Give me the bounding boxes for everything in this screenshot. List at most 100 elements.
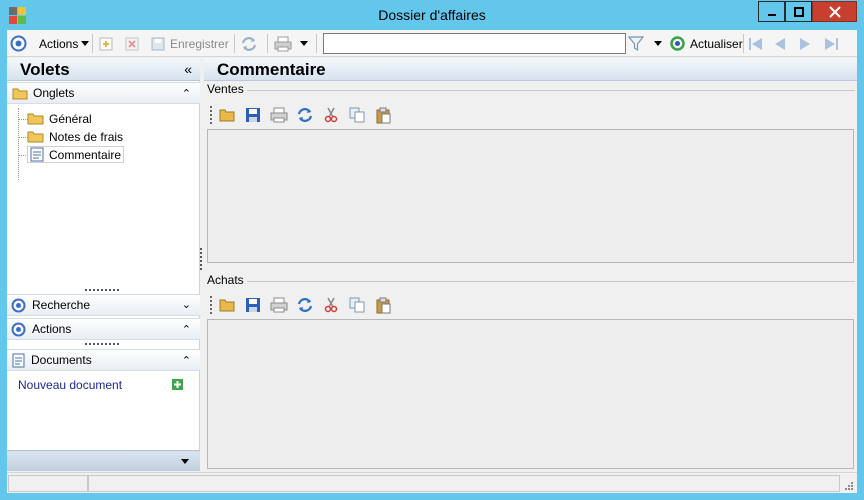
status-bar	[7, 472, 857, 493]
refresh-label: Actualiser	[690, 36, 743, 51]
window-title: Dossier d'affaires	[378, 7, 486, 23]
cut-button[interactable]	[321, 106, 341, 124]
window-client: Actions Enregistrer Actualiser Volets « …	[7, 30, 857, 493]
sync-button[interactable]	[295, 296, 315, 314]
chevron-down-icon	[300, 40, 308, 46]
panes-sidebar: Volets « Onglets ⌃ Général Notes de frai…	[7, 58, 200, 471]
recherche-group-header[interactable]: Recherche ⌄	[7, 294, 200, 316]
delete-button[interactable]	[124, 34, 140, 53]
new-document-icon	[99, 37, 113, 50]
folder-open-icon	[219, 109, 234, 122]
actions-group-header[interactable]: Actions ⌃	[7, 318, 200, 340]
onglets-label: Onglets	[33, 86, 75, 100]
pane-overflow-bar	[7, 450, 200, 471]
add-document-button[interactable]	[172, 379, 183, 393]
first-page-icon	[749, 37, 762, 50]
chevron-down-icon	[654, 40, 662, 46]
search-input[interactable]	[323, 33, 626, 54]
copy-button[interactable]	[347, 296, 367, 314]
minimize-button[interactable]	[758, 1, 785, 22]
chevron-down-icon[interactable]	[181, 459, 190, 465]
previous-icon	[775, 37, 785, 50]
next-record-button[interactable]	[798, 34, 812, 53]
folder-icon	[27, 131, 44, 143]
target-icon	[11, 322, 26, 336]
last-record-button[interactable]	[823, 34, 839, 53]
save-button[interactable]: Enregistrer	[150, 34, 229, 53]
refresh-button[interactable]: Actualiser	[669, 34, 743, 53]
tree-item-notes-de-frais[interactable]: Notes de frais	[27, 128, 123, 145]
maximize-button[interactable]	[785, 1, 812, 22]
printer-icon	[270, 107, 288, 123]
save-button[interactable]	[243, 106, 263, 124]
copy-icon	[349, 297, 365, 313]
new-button[interactable]	[98, 34, 114, 53]
filter-options-dropdown[interactable]	[654, 34, 663, 53]
content-pane: Commentaire Ventes Achats	[204, 58, 857, 471]
sync-button[interactable]	[295, 106, 315, 124]
save-button[interactable]	[243, 296, 263, 314]
tree-item-label: Notes de frais	[49, 129, 124, 144]
cut-button[interactable]	[321, 296, 341, 314]
filter-button[interactable]	[628, 34, 644, 53]
ventes-data-area[interactable]	[207, 129, 854, 263]
content-title: Commentaire	[217, 60, 326, 79]
print-options-dropdown[interactable]	[300, 34, 309, 53]
save-icon	[151, 37, 165, 50]
close-icon	[828, 5, 841, 18]
application-window: Dossier d'affaires Actions Enregistrer A…	[0, 0, 864, 500]
splitter-grip[interactable]	[85, 343, 119, 345]
target-icon	[10, 35, 27, 52]
sync-icon	[297, 108, 313, 122]
chevron-down-icon	[81, 40, 90, 46]
document-icon	[12, 353, 25, 367]
collapse-panes-button[interactable]: «	[184, 61, 192, 77]
onglets-group-header[interactable]: Onglets ⌃	[7, 82, 200, 104]
documents-label: Documents	[31, 353, 92, 367]
open-folder-button[interactable]	[217, 296, 237, 314]
recherche-label: Recherche	[32, 298, 91, 312]
achats-data-area[interactable]	[207, 319, 854, 469]
delete-icon	[125, 37, 139, 50]
plus-icon	[172, 379, 183, 390]
folder-open-icon	[219, 299, 234, 312]
copy-icon	[349, 107, 365, 123]
maximize-icon	[793, 6, 804, 17]
print-button[interactable]	[269, 296, 289, 314]
chevron-up-icon: ⌃	[181, 355, 191, 367]
actions-menu-button[interactable]: Actions	[39, 34, 90, 53]
documents-group-header[interactable]: Documents ⌃	[7, 349, 200, 371]
resize-grip-icon[interactable]	[844, 481, 854, 491]
tree-item-general[interactable]: Général	[27, 110, 92, 127]
next-icon	[800, 37, 810, 50]
chevron-up-icon: ⌃	[181, 324, 191, 336]
paste-button[interactable]	[373, 106, 393, 124]
print-button[interactable]	[269, 106, 289, 124]
document-icon	[30, 147, 44, 162]
floppy-disk-icon	[246, 108, 260, 122]
navigation-circle-button[interactable]	[10, 34, 27, 53]
new-document-link[interactable]: Nouveau document	[18, 378, 122, 392]
copy-button[interactable]	[347, 106, 367, 124]
double-chevron-left-icon: «	[184, 61, 192, 77]
ventes-toolbar	[217, 105, 399, 125]
vertical-splitter-grip[interactable]	[200, 248, 202, 270]
sync-icon	[297, 298, 313, 312]
status-cell-2	[88, 475, 840, 492]
splitter-grip[interactable]	[85, 289, 119, 291]
content-header: Commentaire	[204, 58, 857, 81]
close-button[interactable]	[812, 1, 857, 22]
previous-record-button[interactable]	[773, 34, 787, 53]
first-record-button[interactable]	[748, 34, 764, 53]
paste-button[interactable]	[373, 296, 393, 314]
clipboard-icon	[376, 297, 391, 313]
minimize-icon	[767, 13, 776, 16]
scissors-icon	[324, 107, 338, 123]
tree-item-commentaire[interactable]: Commentaire	[27, 146, 125, 163]
tree-item-label: Général	[49, 111, 92, 126]
open-folder-button[interactable]	[217, 106, 237, 124]
sync-button[interactable]	[240, 34, 258, 53]
tree-item-label: Commentaire	[49, 147, 122, 162]
print-button[interactable]	[274, 34, 292, 53]
save-label: Enregistrer	[170, 36, 229, 51]
